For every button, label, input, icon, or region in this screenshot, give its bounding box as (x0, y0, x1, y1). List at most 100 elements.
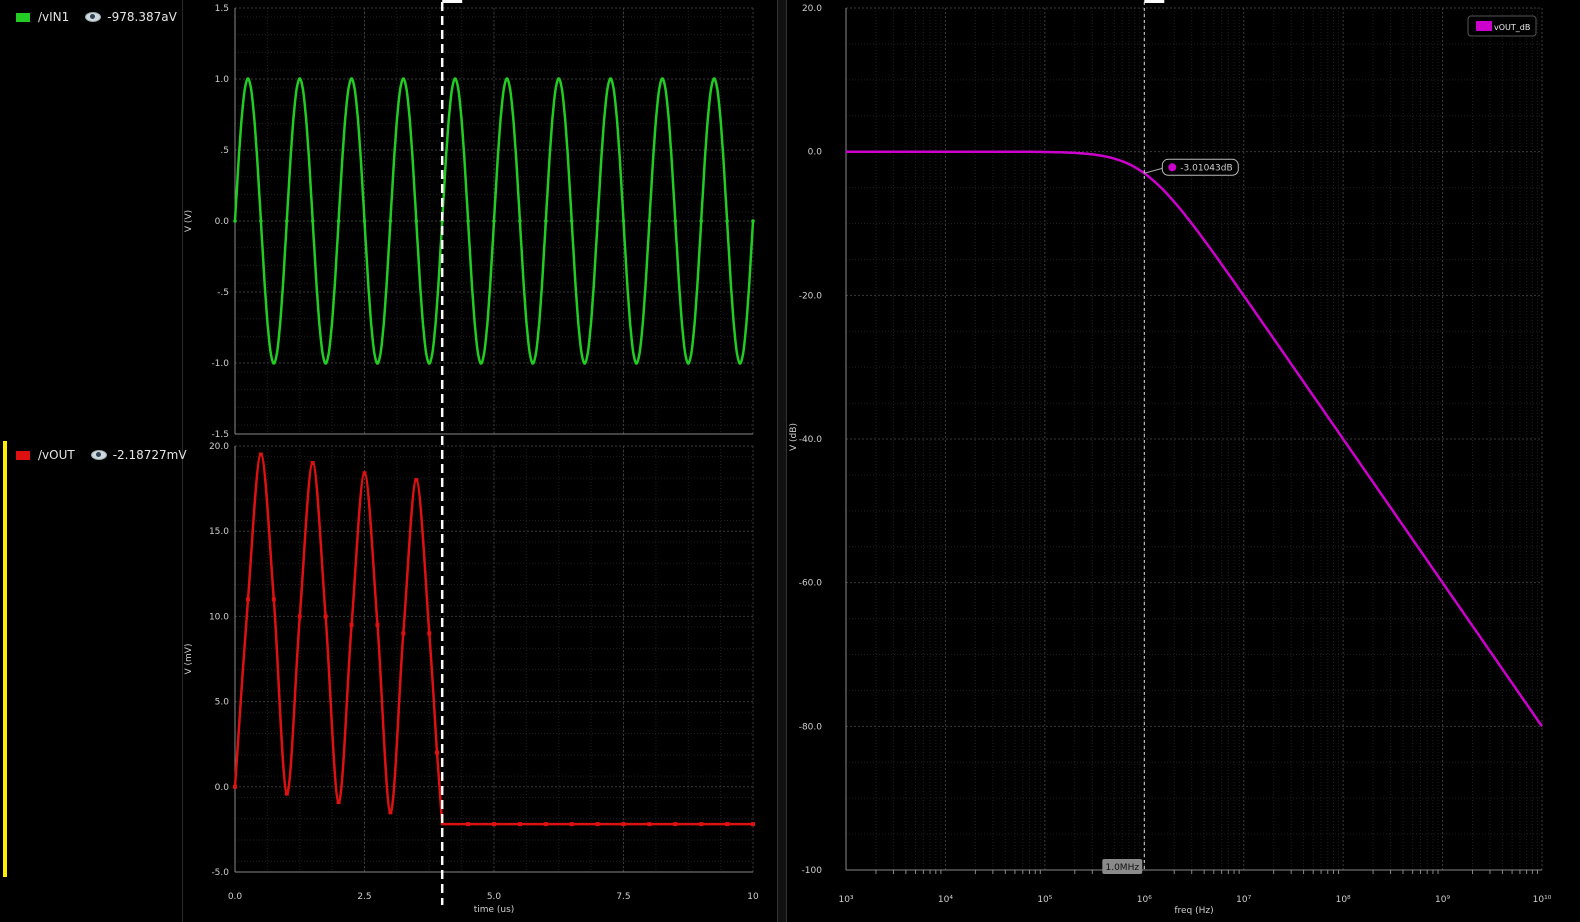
x-tick-label: 10⁹ (1435, 895, 1450, 905)
y-tick-label: 5.0 (215, 698, 230, 708)
data-point-vin1 (621, 219, 626, 223)
signal-legend-panel: /vIN1 -978.387aV /vOUT -2.18727mV (0, 0, 187, 922)
data-point-vout (388, 810, 393, 815)
data-point-vout (595, 822, 600, 827)
data-point-vin1 (272, 361, 276, 365)
data-point-vin1 (414, 219, 419, 223)
y-tick-label: -1.0 (211, 359, 229, 369)
y-tick-label: -80.0 (799, 722, 823, 732)
data-point-vin1 (725, 219, 729, 223)
data-point-vin1 (673, 219, 678, 223)
x-tick-label: 10¹⁰ (1533, 895, 1552, 905)
data-point-vin1 (505, 77, 509, 81)
data-point-vin1 (699, 219, 703, 223)
y-tick-label: -60.0 (799, 579, 823, 589)
data-point-vout (414, 478, 419, 483)
data-point-vout (751, 822, 755, 827)
x-tick-label: 10⁸ (1336, 895, 1351, 905)
y-tick-label: 20.0 (802, 4, 822, 14)
plot-legend-swatch (1476, 21, 1492, 31)
eye-icon[interactable] (85, 12, 102, 22)
data-point-vin1 (323, 361, 328, 365)
y-tick-label: 0.0 (215, 783, 230, 793)
data-point-vin1 (712, 77, 716, 81)
x-tick-label: 0.0 (228, 892, 243, 902)
plot-legend-label: vOUT_dB (1494, 23, 1530, 32)
data-point-vin1 (453, 77, 457, 81)
y-tick-label: -5.0 (211, 868, 229, 878)
selected-strip-indicator (3, 441, 7, 877)
data-point-vout (401, 631, 406, 636)
data-point-vout (647, 822, 652, 827)
data-point-vin1 (544, 219, 548, 223)
data-point-vin1 (556, 77, 561, 81)
data-point-vin1 (259, 219, 263, 223)
transient-plot[interactable]: 1.5 1.0 .5 0.0 -.5 -1.0 -1.5 V (V) 20.0 15.0 10.0 5… (182, 0, 777, 922)
marker-dot (1168, 163, 1177, 172)
vout-label: /vOUT (38, 448, 75, 462)
y-tick-label: 20.0 (209, 442, 229, 452)
data-point-vin1 (595, 219, 600, 223)
x-tick-label: 2.5 (357, 892, 371, 902)
data-point-vout (323, 614, 328, 619)
data-point-vin1 (751, 219, 755, 223)
data-point-vout (271, 597, 276, 602)
y-axis-label: V (dB) (789, 423, 799, 451)
data-point-vin1 (285, 219, 289, 223)
y-tick-label: -40.0 (799, 435, 823, 445)
y-tick-label: 1.5 (215, 4, 229, 14)
x-tick-label: 10 (747, 892, 759, 902)
data-point-vout (543, 822, 548, 827)
eye-icon[interactable] (90, 450, 107, 460)
x-tick-label: 5.0 (487, 892, 502, 902)
data-point-vout (362, 471, 367, 476)
vin1-value: -978.387aV (107, 10, 177, 24)
data-point-vout (673, 822, 678, 827)
data-point-vin1 (246, 77, 250, 81)
data-point-vin1 (401, 77, 406, 81)
data-point-vout (435, 750, 440, 755)
y-tick-label: 15.0 (209, 527, 229, 537)
data-point-vout (336, 800, 341, 805)
data-point-vout (284, 791, 289, 796)
data-point-vin1 (388, 219, 393, 223)
x-tick-label: 10⁴ (938, 895, 953, 905)
data-point-vin1 (582, 361, 587, 365)
legend-entry-vin1[interactable]: /vIN1 -978.387aV (0, 8, 177, 26)
y-tick-label: 10.0 (209, 612, 229, 622)
data-point-vin1 (492, 219, 496, 223)
vout-color-swatch (16, 450, 30, 460)
x-tick-label: 10³ (838, 895, 853, 905)
data-point-vout (492, 822, 496, 827)
x-axis-label: freq (Hz) (1174, 906, 1213, 916)
x-tick-label: 10⁶ (1137, 895, 1152, 905)
data-point-vout (466, 822, 471, 827)
y-tick-label: -1.5 (211, 430, 229, 440)
y-tick-label: -100 (802, 866, 823, 876)
data-point-vin1 (634, 361, 639, 365)
data-point-vout (245, 597, 250, 602)
data-point-vin1 (531, 361, 535, 365)
legend-entry-vout[interactable]: /vOUT -2.18727mV (0, 446, 187, 464)
data-point-vin1 (233, 219, 237, 223)
data-point-vin1 (608, 77, 613, 81)
data-point-vout (349, 622, 354, 627)
data-point-vin1 (738, 361, 742, 365)
data-point-vin1 (479, 361, 483, 365)
data-point-vout (569, 822, 574, 827)
ac-magnitude-plot[interactable]: 20.0 0.0 -20.0 -40.0 -60.0 -80.0 -100 10³ 10⁴ 10⁵… (786, 0, 1580, 922)
vin1-color-swatch (16, 12, 30, 22)
data-point-vout (310, 461, 315, 466)
data-point-vout (233, 784, 237, 789)
data-point-vin1 (310, 219, 315, 223)
y-axis-label: V (V) (184, 210, 194, 232)
data-point-vout (517, 822, 522, 827)
y-axis-label: V (mV) (184, 644, 194, 675)
data-point-vin1 (686, 361, 691, 365)
data-point-vout (375, 622, 380, 627)
y-tick-label: -.5 (217, 288, 229, 298)
data-point-vin1 (362, 219, 367, 223)
data-point-vout (699, 822, 704, 827)
vout-value: -2.18727mV (112, 448, 187, 462)
data-point-vout (297, 614, 302, 619)
